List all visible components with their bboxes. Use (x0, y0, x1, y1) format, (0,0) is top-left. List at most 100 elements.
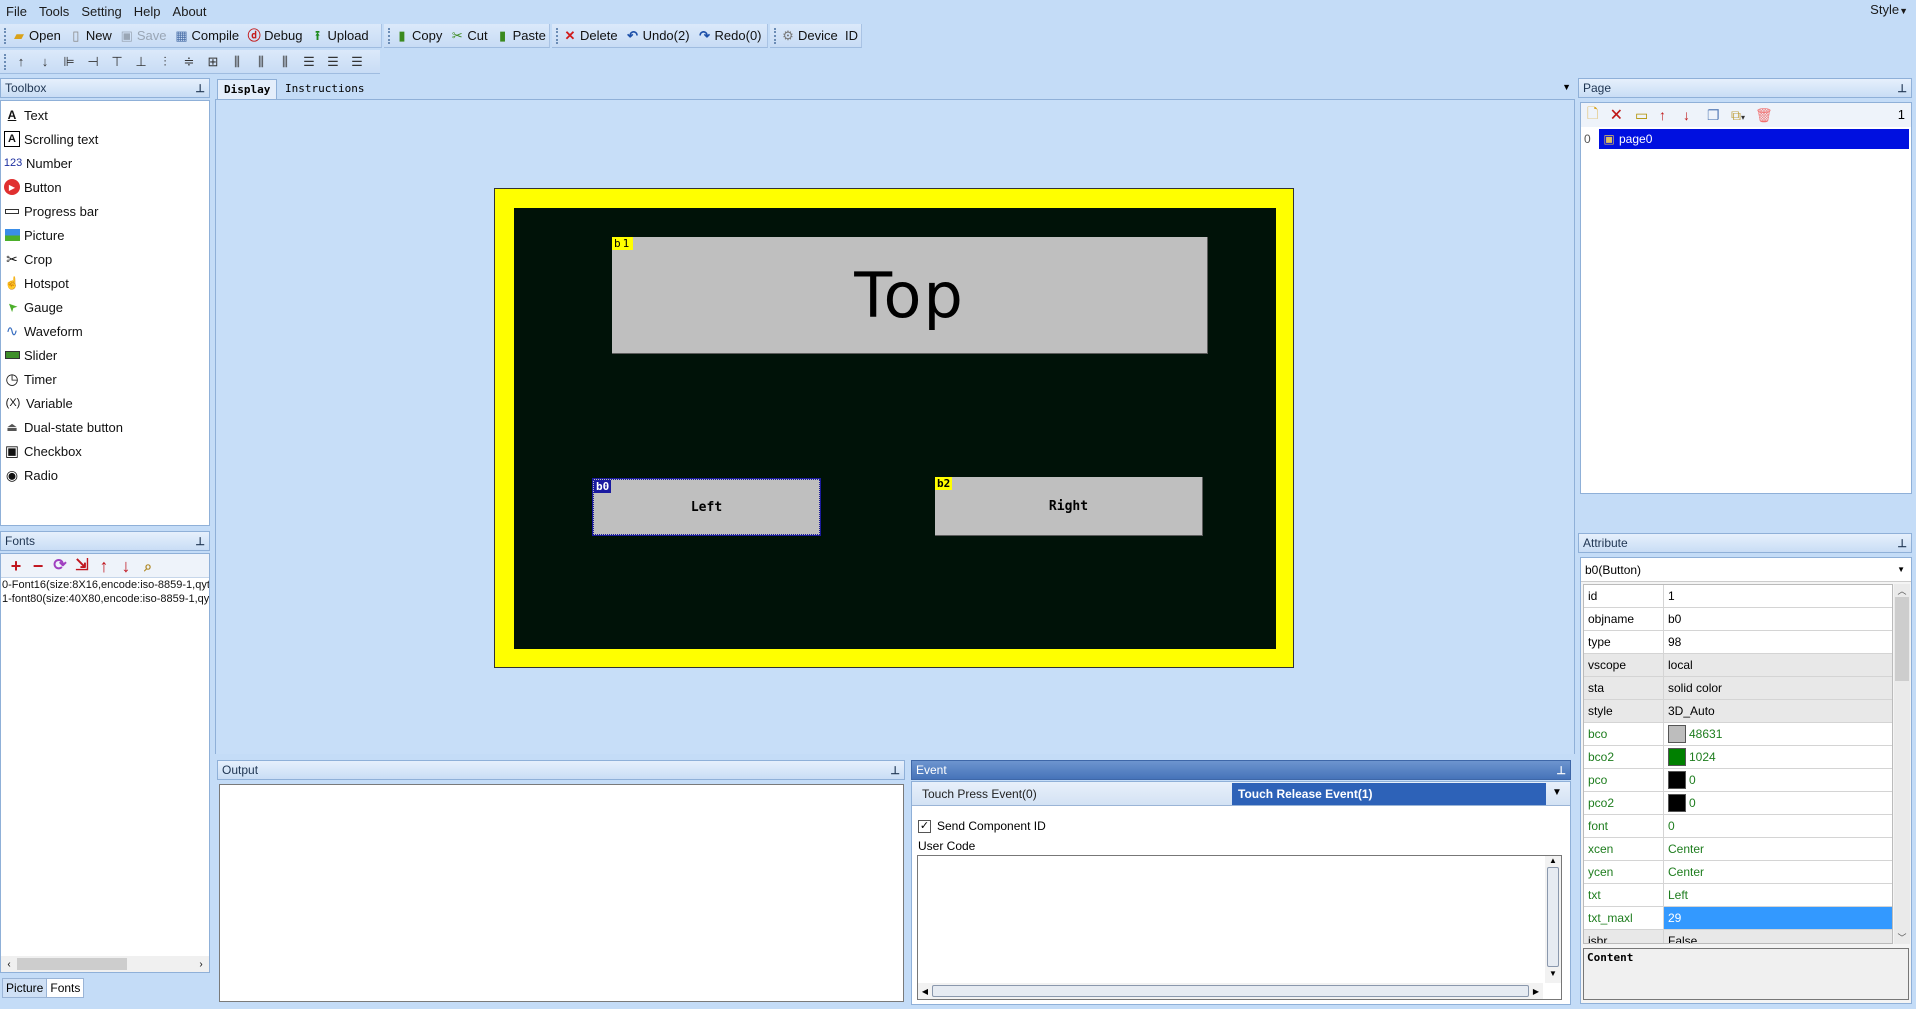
toolbox-item-crop[interactable]: ✂ Crop (1, 247, 209, 271)
open-button[interactable]: ▰ Open (11, 28, 61, 44)
pin-icon[interactable]: ⊥ (1897, 537, 1907, 550)
menu-tools[interactable]: Tools (39, 4, 69, 19)
attribute-row-objname[interactable]: objname b0 (1584, 608, 1892, 631)
replace-font-icon[interactable]: ⟳ (49, 556, 71, 576)
attribute-vscrollbar[interactable]: ︿ ﹀ (1894, 584, 1910, 944)
increase-vertical-spacing-icon[interactable]: ☰ (325, 54, 341, 70)
toolbox-item-progress-bar[interactable]: Progress bar (1, 199, 209, 223)
attribute-row-vscope[interactable]: vscope local (1584, 654, 1892, 677)
tab-touch-release-event[interactable]: Touch Release Event(1) (1232, 783, 1546, 805)
align-bottom-icon[interactable]: ⊥ (133, 54, 149, 70)
decrease-horizontal-spacing-icon[interactable]: ⫼ (277, 54, 293, 70)
center-vertical-icon[interactable]: ≑ (181, 54, 197, 70)
compile-button[interactable]: ▦ Compile (173, 28, 239, 44)
color-swatch[interactable] (1668, 771, 1686, 789)
user-code-text[interactable] (918, 856, 1543, 983)
attribute-row-xcen[interactable]: xcen Center (1584, 838, 1892, 861)
distribute-vertical-icon[interactable]: ☰ (301, 54, 317, 70)
trash-icon[interactable]: 🗑 (1755, 107, 1779, 124)
toolbox-item-hotspot[interactable]: ☝ Hotspot (1, 271, 209, 295)
event-tab-dropdown-icon[interactable]: ▼ (1552, 787, 1562, 798)
attribute-row-id[interactable]: id 1 (1584, 585, 1892, 608)
toolbox-item-timer[interactable]: ◷ Timer (1, 367, 209, 391)
attribute-row-isbr[interactable]: isbr False (1584, 930, 1892, 943)
increase-horizontal-spacing-icon[interactable]: ⫼ (253, 54, 269, 70)
debug-button[interactable]: ⓓ Debug (246, 28, 303, 44)
preview-font-icon[interactable]: ⌕ (137, 556, 159, 576)
attribute-row-pco[interactable]: pco 0 (1584, 769, 1892, 792)
attribute-value[interactable]: 48631 (1664, 723, 1892, 745)
user-code-vscrollbar[interactable]: ▲ ▼ (1545, 856, 1561, 983)
attribute-value[interactable]: Left (1664, 884, 1892, 906)
toolbox-item-button[interactable]: ▶ Button (1, 175, 209, 199)
attribute-row-style[interactable]: style 3D_Auto (1584, 700, 1892, 723)
attribute-row-txt-maxl[interactable]: txt_maxl 29 (1584, 907, 1892, 930)
page-background[interactable]: b1 Top b0 Left b2 Right (514, 208, 1276, 649)
attribute-value[interactable]: solid color (1664, 677, 1892, 699)
scroll-up-icon[interactable]: ︿ (1894, 584, 1910, 597)
toolbox-item-waveform[interactable]: ∿ Waveform (1, 319, 209, 343)
send-component-id-checkbox[interactable]: ✓ (918, 819, 931, 833)
pin-icon[interactable]: ⊥ (195, 82, 205, 95)
page-options-icon[interactable]: ⧉▾ (1731, 107, 1755, 124)
attribute-value[interactable]: 98 (1664, 631, 1892, 653)
same-size-icon[interactable]: ⊞ (205, 54, 221, 70)
toolbox-item-scrolling-text[interactable]: A Scrolling text (1, 127, 209, 151)
align-right-icon[interactable]: ⊣ (85, 54, 101, 70)
attribute-row-txt[interactable]: txt Left (1584, 884, 1892, 907)
tab-list-dropdown-icon[interactable]: ▼ (1562, 82, 1571, 92)
toolbox-item-variable[interactable]: (X) Variable (1, 391, 209, 415)
remove-font-icon[interactable]: − (27, 556, 49, 576)
page-name-selected[interactable]: ▣ page0 (1599, 129, 1909, 149)
toolbox-item-dual-state-button[interactable]: ⏏ Dual-state button (1, 415, 209, 439)
component-b2[interactable]: b2 Right (935, 477, 1203, 536)
center-horizontal-icon[interactable]: ⫶ (157, 54, 173, 70)
undo-button[interactable]: ↶ Undo(2) (625, 28, 689, 44)
attribute-row-bco[interactable]: bco 48631 (1584, 723, 1892, 746)
fonts-hscrollbar[interactable]: ‹ › (1, 956, 209, 972)
add-font-icon[interactable]: + (5, 556, 27, 576)
copy-page-icon[interactable]: ❐ (1707, 107, 1731, 124)
attribute-row-ycen[interactable]: ycen Center (1584, 861, 1892, 884)
attribute-value[interactable]: local (1664, 654, 1892, 676)
align-left-icon[interactable]: ⊫ (61, 54, 77, 70)
pin-icon[interactable]: ⊥ (1897, 82, 1907, 95)
component-b0[interactable]: b0 Left (592, 478, 821, 536)
attribute-value[interactable]: 1024 (1664, 746, 1892, 768)
toolbox-item-gauge[interactable]: ➤ Gauge (1, 295, 209, 319)
tab-picture[interactable]: Picture (2, 978, 48, 998)
scrollbar-thumb[interactable] (17, 958, 127, 970)
attribute-value[interactable]: 0 (1664, 815, 1892, 837)
move-page-down-icon[interactable]: ↓ (1683, 107, 1707, 123)
attribute-value[interactable]: 1 (1664, 585, 1892, 607)
copy-button[interactable]: ▮ Copy (394, 28, 442, 44)
new-button[interactable]: ▯ New (68, 28, 112, 44)
output-console[interactable] (219, 784, 904, 1002)
color-swatch[interactable] (1668, 794, 1686, 812)
style-menu[interactable]: Style▼ (1870, 2, 1908, 17)
attribute-row-pco2[interactable]: pco2 0 (1584, 792, 1892, 815)
pin-icon[interactable]: ⊥ (890, 764, 900, 777)
align-top-icon[interactable]: ⊤ (109, 54, 125, 70)
attribute-value[interactable]: Center (1664, 861, 1892, 883)
user-code-editor[interactable]: ▲ ▼ ◀ ▶ (917, 855, 1562, 1000)
color-swatch[interactable] (1668, 725, 1686, 743)
move-up-icon[interactable]: ↑ (93, 556, 115, 576)
toolbar-grip[interactable] (774, 27, 776, 44)
distribute-horizontal-icon[interactable]: ⫼ (229, 54, 245, 70)
tab-fonts[interactable]: Fonts (47, 978, 85, 998)
attribute-value[interactable]: 0 (1664, 792, 1892, 814)
save-button[interactable]: ▣ Save (119, 28, 167, 44)
tab-display[interactable]: Display (217, 79, 278, 99)
tab-touch-press-event[interactable]: Touch Press Event(0) (916, 783, 1037, 805)
move-up-icon[interactable]: ↑ (13, 54, 29, 70)
menu-help[interactable]: Help (134, 4, 161, 19)
toolbar-grip[interactable] (4, 53, 7, 70)
menu-setting[interactable]: Setting (81, 4, 121, 19)
move-down-icon[interactable]: ↓ (115, 556, 137, 576)
toolbox-item-radio[interactable]: ◉ Radio (1, 463, 209, 487)
object-selector[interactable]: b0(Button) ▼ (1581, 558, 1911, 582)
component-b1[interactable]: b1 Top (612, 237, 1208, 354)
scroll-up-icon[interactable]: ▲ (1545, 856, 1561, 865)
move-down-icon[interactable]: ↓ (37, 54, 53, 70)
